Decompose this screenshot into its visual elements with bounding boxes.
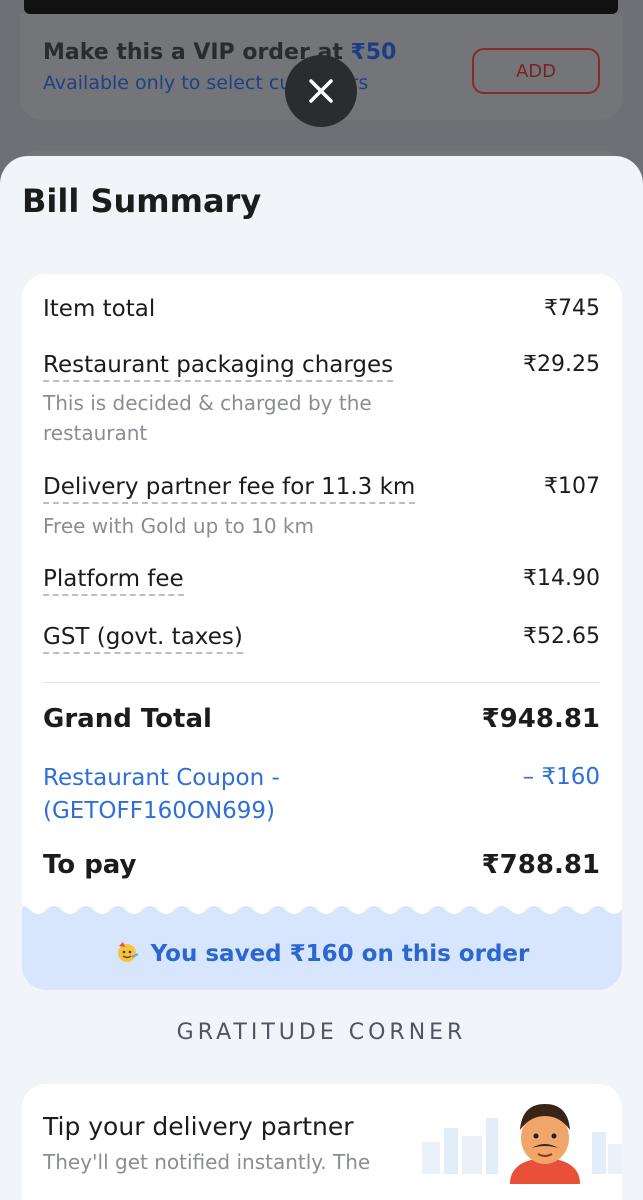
gst-amount: ₹52.65 [523,624,600,649]
delivery-fee-amount: ₹107 [544,474,600,499]
delivery-fee-note: Free with Gold up to 10 km [43,514,314,538]
item-total-label: Item total [43,296,156,322]
party-face-icon [117,942,139,962]
tip-card[interactable]: Tip your delivery partner They'll get no… [22,1084,622,1200]
sheet-title: Bill Summary [22,182,262,220]
to-pay-label: To pay [43,850,137,880]
tip-subtitle: They'll get notified instantly. The [43,1150,371,1174]
divider [43,682,600,683]
packaging-charges-amount: ₹29.25 [523,352,600,377]
grand-total-amount: ₹948.81 [481,704,600,734]
bill-summary-sheet: Bill Summary Item total ₹745 Restaurant … [0,156,643,1200]
savings-message: You saved ₹160 on this order [22,940,622,967]
vip-order-title: Make this a VIP order at ₹50 [43,40,396,65]
item-total-amount: ₹745 [544,296,600,321]
vip-amount: ₹50 [350,40,397,65]
vip-add-button[interactable]: ADD [472,48,600,94]
close-icon [309,79,333,103]
platform-fee-label[interactable]: Platform fee [43,566,184,596]
coupon-amount: – ₹160 [522,764,600,790]
platform-fee-amount: ₹14.90 [523,566,600,591]
bill-card: Item total ₹745 Restaurant packaging cha… [22,274,622,990]
to-pay-amount: ₹788.81 [481,850,600,880]
background-top-bar [24,0,618,14]
gratitude-heading: GRATITUDE CORNER [176,1020,467,1045]
gst-label[interactable]: GST (govt. taxes) [43,624,243,654]
close-button[interactable] [285,55,357,127]
tip-title: Tip your delivery partner [43,1112,354,1141]
packaging-charges-label[interactable]: Restaurant packaging charges [43,352,394,382]
delivery-partner-avatar [510,1104,580,1184]
packaging-charges-note: This is decided & charged by the restaur… [43,391,372,445]
delivery-fee-label[interactable]: Delivery partner fee for 11.3 km [43,474,416,504]
coupon-label: Restaurant Coupon - (GETOFF160ON699) [43,765,280,824]
savings-banner: You saved ₹160 on this order [22,904,622,990]
grand-total-label: Grand Total [43,704,212,734]
wave-edge [22,904,622,914]
savings-text: You saved ₹160 on this order [150,941,530,967]
